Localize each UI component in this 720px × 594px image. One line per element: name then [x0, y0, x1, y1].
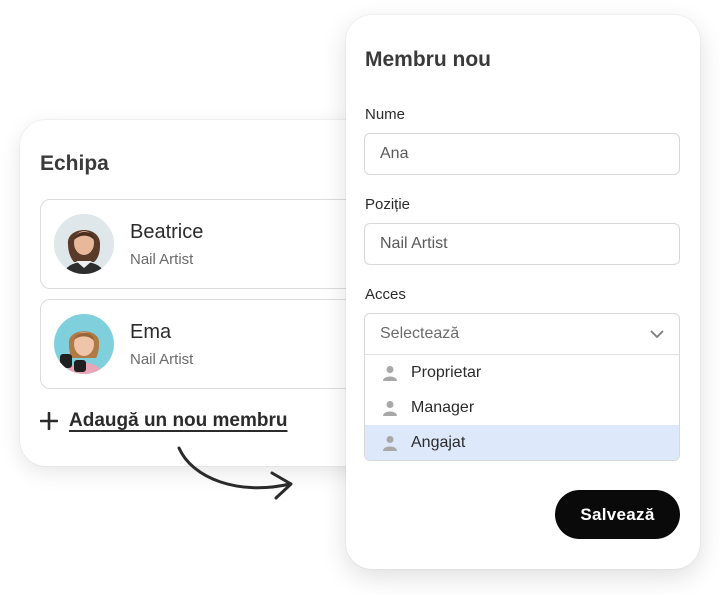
add-member-link[interactable]: Adaugă un nou membru — [69, 410, 288, 432]
access-option-manager[interactable]: Manager — [365, 390, 679, 425]
name-label: Nume — [365, 106, 406, 123]
plus-icon — [40, 412, 58, 430]
team-card: Echipa Beatrice Nail Artist Ema Nail Art… — [20, 120, 380, 466]
name-value: Ana — [380, 145, 409, 162]
access-select[interactable]: Selectează Proprietar Manager Angajat — [364, 313, 680, 461]
position-value: Nail Artist — [380, 235, 448, 252]
avatar — [54, 314, 114, 374]
chevron-down-icon — [650, 330, 664, 338]
access-select-head[interactable]: Selectează — [365, 314, 679, 355]
member-role: Nail Artist — [130, 251, 194, 268]
avatar — [54, 214, 114, 274]
position-label: Poziție — [365, 196, 411, 213]
position-field[interactable]: Nail Artist — [364, 223, 680, 265]
option-label: Proprietar — [411, 363, 482, 381]
form-title: Membru nou — [365, 48, 491, 71]
user-icon — [383, 365, 397, 381]
user-icon — [383, 400, 397, 416]
access-option-angajat[interactable]: Angajat — [365, 425, 679, 460]
access-placeholder: Selectează — [380, 325, 460, 342]
curved-arrow-icon — [177, 446, 293, 500]
access-label: Acces — [365, 286, 406, 303]
access-option-proprietar[interactable]: Proprietar — [365, 355, 679, 390]
team-title: Echipa — [40, 152, 109, 175]
member-card-ema[interactable]: Ema Nail Artist — [40, 299, 380, 389]
user-icon — [383, 435, 397, 451]
member-name: Ema — [130, 321, 172, 343]
member-name: Beatrice — [130, 221, 204, 243]
member-card-beatrice[interactable]: Beatrice Nail Artist — [40, 199, 380, 289]
new-member-card: Membru nou Nume Ana Poziție Nail Artist … — [346, 15, 700, 569]
add-member-row[interactable]: Adaugă un nou membru — [40, 410, 288, 432]
member-role: Nail Artist — [130, 351, 194, 368]
option-label: Angajat — [411, 433, 466, 451]
option-label: Manager — [411, 398, 475, 416]
save-button[interactable]: Salvează — [555, 490, 680, 539]
name-field[interactable]: Ana — [364, 133, 680, 175]
